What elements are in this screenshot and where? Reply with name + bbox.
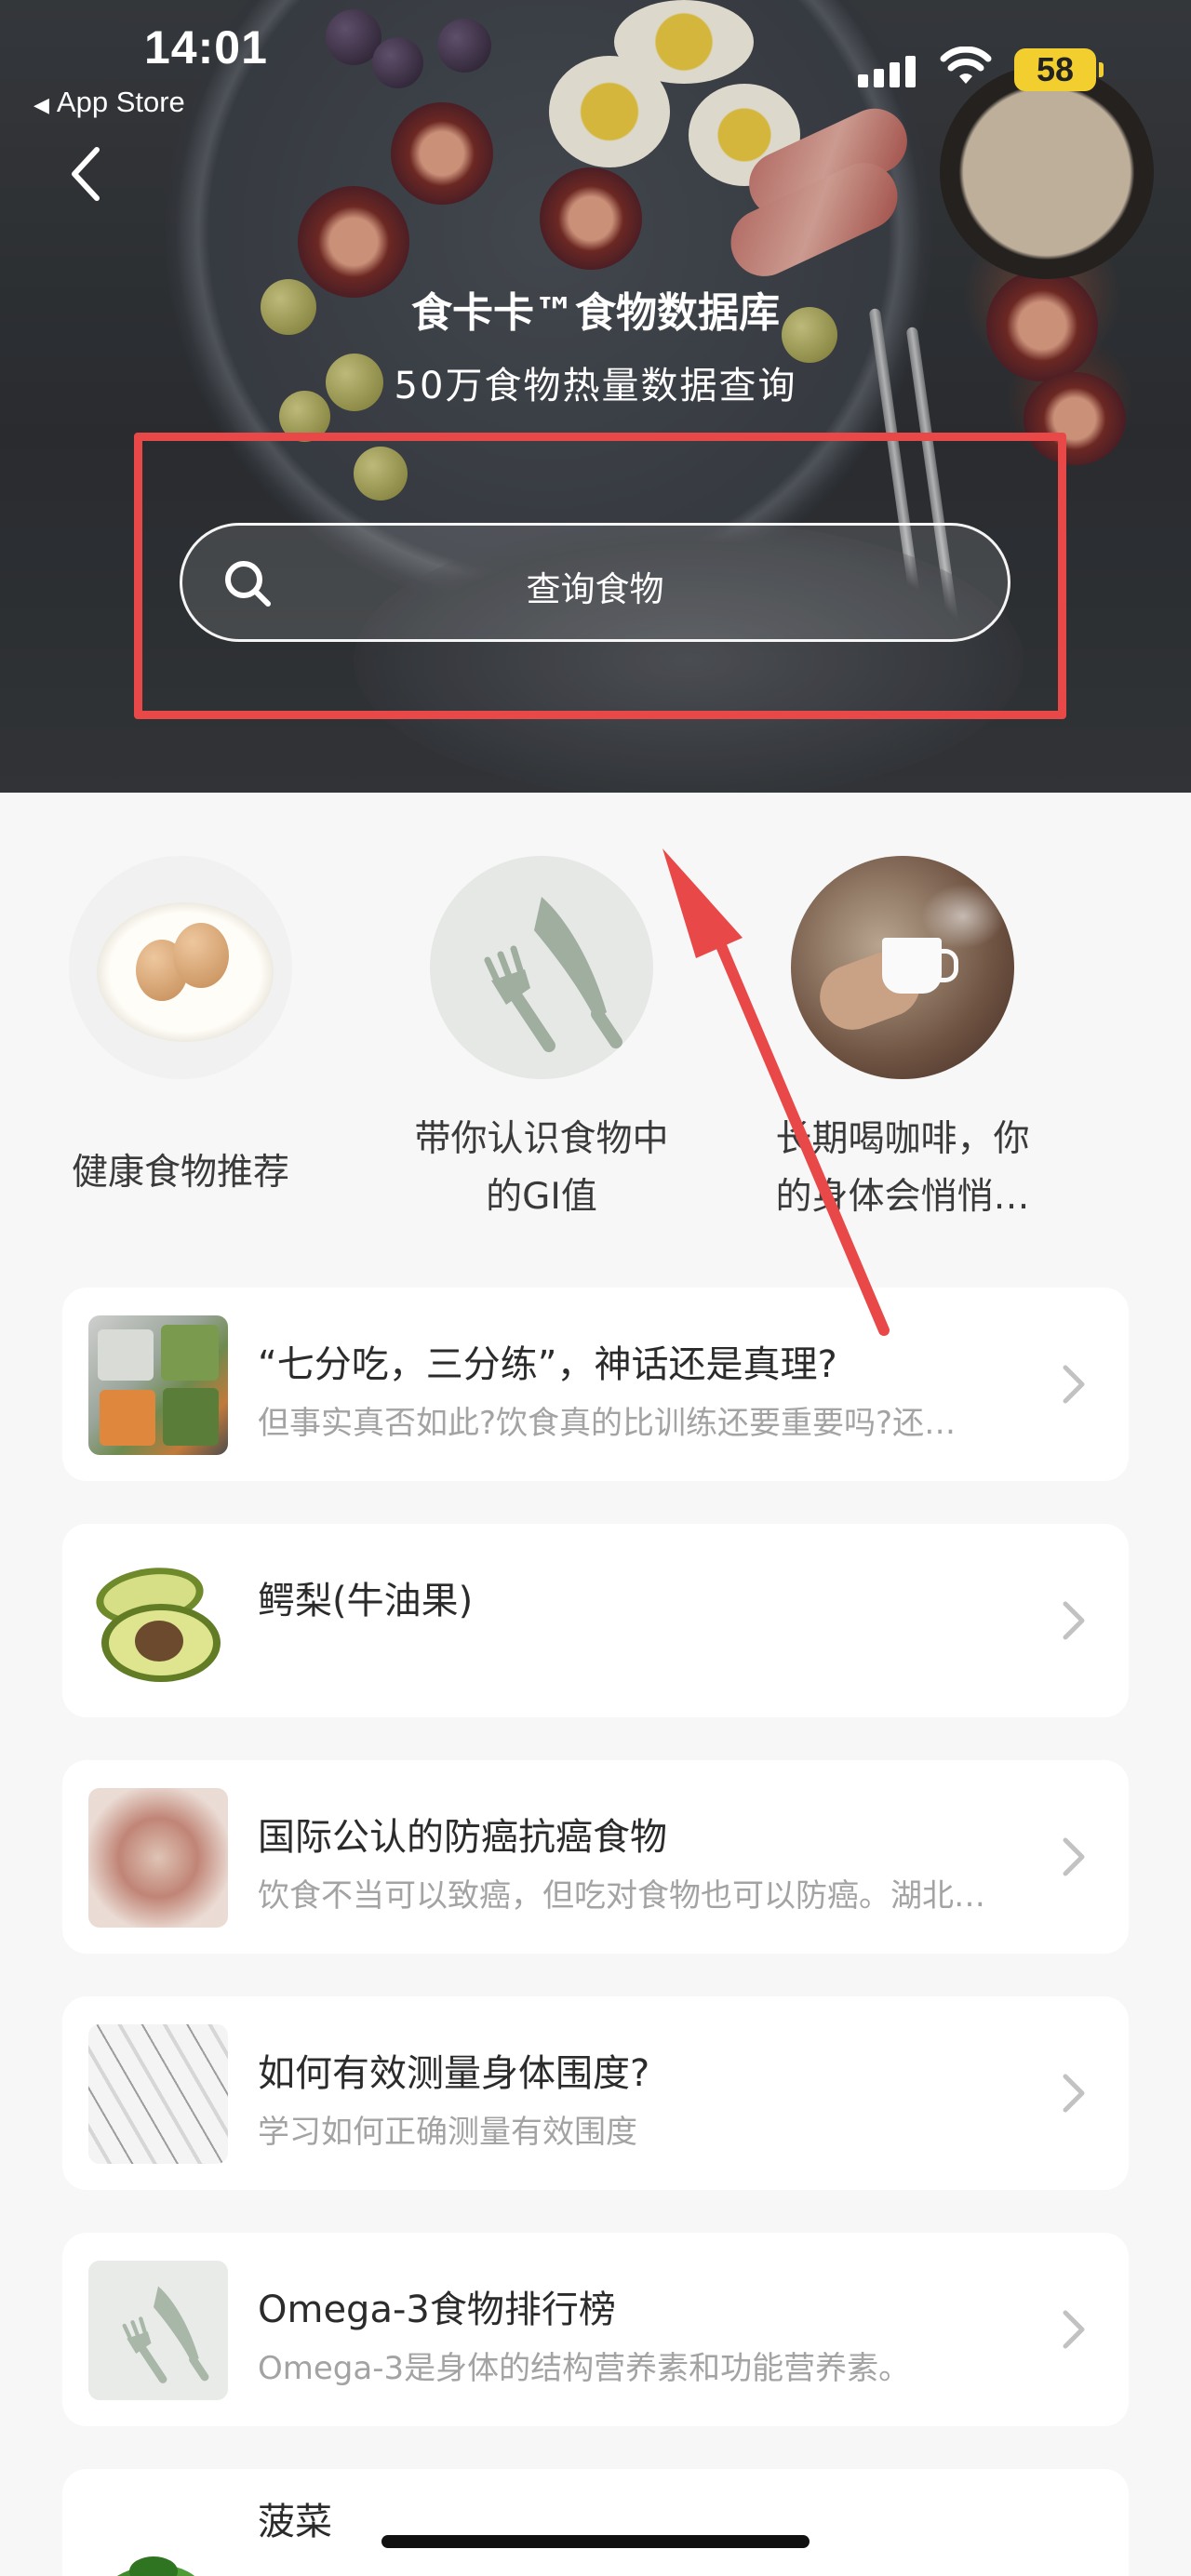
- hero-banner: 14:01 ◀ App Store 58 食卡卡™食物数据库 50万食物热量数据查…: [0, 0, 1191, 793]
- back-triangle-icon: ◀: [33, 93, 49, 116]
- page-title: 食卡卡™食物数据库: [411, 289, 780, 337]
- article-subtitle: 饮食不当可以致癌，但吃对食物也可以防癌。湖北…: [258, 1877, 985, 1915]
- fork-knife-icon: [484, 897, 622, 1052]
- category-healthy-food[interactable]: 健康食物推荐: [32, 856, 329, 1202]
- chevron-right-icon: [1063, 1837, 1085, 1876]
- chevron-right-icon: [1063, 2310, 1085, 2349]
- list-item[interactable]: “七分吃，三分练”，神话还是真理? 但事实真否如此?饮食真的比训练还要重要吗?还…: [62, 1288, 1129, 1481]
- chevron-right-icon: [1063, 1365, 1085, 1404]
- chevron-right-icon: [1063, 2074, 1085, 2113]
- list-item[interactable]: 菠菜: [62, 2469, 1129, 2576]
- wifi-icon: [940, 47, 992, 84]
- article-title: 菠菜: [258, 2501, 332, 2543]
- category-label: 带你认识食物中 的GI值: [414, 1118, 669, 1218]
- article-title: Omega-3食物排行榜: [258, 2289, 616, 2331]
- category-gi-value[interactable]: 带你认识食物中 的GI值: [393, 856, 690, 1226]
- article-subtitle: Omega-3是身体的结构营养素和功能营养素。: [258, 2350, 911, 2387]
- article-subtitle: 学习如何正确测量有效围度: [258, 2114, 637, 2151]
- chevron-right-icon: [1063, 1601, 1085, 1640]
- article-title: “七分吃，三分练”，神话还是真理?: [258, 1343, 837, 1386]
- article-title: 国际公认的防癌抗癌食物: [258, 1816, 667, 1859]
- category-healthy-food-image: [69, 856, 292, 1079]
- category-coffee-image: [791, 856, 1014, 1079]
- back-app-label: App Store: [56, 86, 185, 118]
- article-subtitle: 但事实真否如此?饮食真的比训练还要重要吗?还…: [258, 1405, 957, 1442]
- list-item[interactable]: 鳄梨(牛油果): [62, 1524, 1129, 1717]
- home-indicator: [381, 2535, 810, 2548]
- highlight-box: [134, 433, 1066, 719]
- article-thumbnail: [88, 2497, 228, 2576]
- article-thumbnail: [88, 2024, 228, 2164]
- page-subtitle: 50万食物热量数据查询: [394, 365, 797, 407]
- category-label: 健康食物推荐: [71, 1152, 289, 1194]
- list-item[interactable]: 如何有效测量身体围度? 学习如何正确测量有效围度: [62, 1996, 1129, 2190]
- avocado-image: [96, 1568, 221, 1682]
- article-thumbnail: [88, 2261, 228, 2400]
- article-title: 鳄梨(牛油果): [258, 1580, 474, 1622]
- category-label: 长期喝咖啡，你 的身体会悄悄…: [775, 1118, 1030, 1218]
- article-thumbnail: [88, 1315, 228, 1455]
- list-item[interactable]: 国际公认的防癌抗癌食物 饮食不当可以致癌，但吃对食物也可以防癌。湖北…: [62, 1760, 1129, 1954]
- battery-indicator: 58: [1014, 48, 1104, 91]
- cellular-signal-icon: [858, 54, 919, 87]
- article-thumbnail: [88, 1552, 228, 1691]
- back-button[interactable]: [58, 141, 114, 207]
- chevron-left-icon: [72, 147, 100, 201]
- spinach-image: [102, 2556, 204, 2576]
- article-title: 如何有效测量身体围度?: [258, 2052, 650, 2095]
- fork-knife-icon: [122, 2286, 209, 2383]
- status-time: 14:01: [144, 21, 268, 73]
- category-gi-image: [430, 856, 653, 1079]
- article-thumbnail: [88, 1788, 228, 1928]
- category-coffee-article[interactable]: 长期喝咖啡，你 的身体会悄悄…: [754, 856, 1051, 1226]
- list-item[interactable]: Omega-3食物排行榜 Omega-3是身体的结构营养素和功能营养素。: [62, 2233, 1129, 2426]
- back-to-app-link[interactable]: ◀ App Store: [33, 86, 185, 119]
